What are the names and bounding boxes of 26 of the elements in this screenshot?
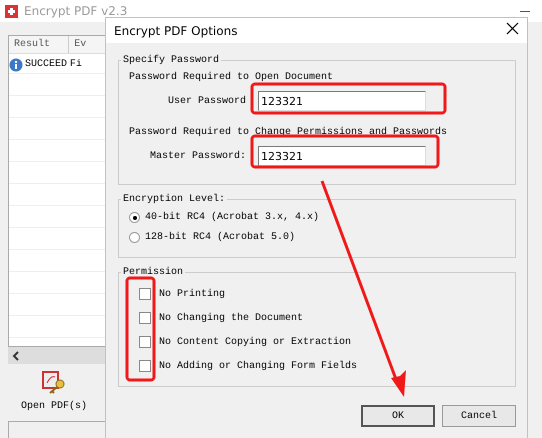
minimize-button[interactable] xyxy=(520,10,530,12)
cancel-button[interactable]: Cancel xyxy=(442,405,516,427)
checkbox-option[interactable]: No Adding or Changing Form Fields xyxy=(139,360,515,372)
section-label: Password Required to Change Permissions and Passwords xyxy=(129,127,448,138)
group-title: Permission xyxy=(122,267,184,278)
checkbox-option[interactable]: No Printing xyxy=(139,288,515,300)
radio-option[interactable]: 40-bit RC4 (Acrobat 3.x, 4.x) xyxy=(129,212,515,223)
group-title: Specify Password xyxy=(122,55,220,66)
ok-button[interactable]: OK xyxy=(361,405,435,427)
group-title: Encryption Level: xyxy=(122,194,226,205)
section-label: Password Required to Open Document xyxy=(129,72,334,83)
field-label: User Password xyxy=(166,96,247,106)
checkbox-option[interactable]: No Content Copying or Extraction xyxy=(139,336,515,348)
open-pdf-button[interactable]: Open PDF(s) xyxy=(14,369,94,415)
user-password-field[interactable]: 123321 xyxy=(258,91,426,111)
document-key-icon xyxy=(41,369,67,395)
window-title: Encrypt PDF v2.3 xyxy=(24,4,128,18)
table-cell: Fi xyxy=(70,59,82,70)
column-header[interactable]: Result xyxy=(9,36,70,53)
radio-option[interactable]: 128-bit RC4 (Acrobat 5.0) xyxy=(129,232,515,243)
table-cell: SUCCEED xyxy=(25,59,68,70)
field-label: Master Password: xyxy=(148,150,247,162)
checkbox-option[interactable]: No Changing the Document xyxy=(139,312,515,324)
dialog-title: Encrypt PDF Options xyxy=(114,24,238,38)
master-password-field[interactable]: 123321 xyxy=(258,146,426,166)
app-icon xyxy=(4,4,19,18)
